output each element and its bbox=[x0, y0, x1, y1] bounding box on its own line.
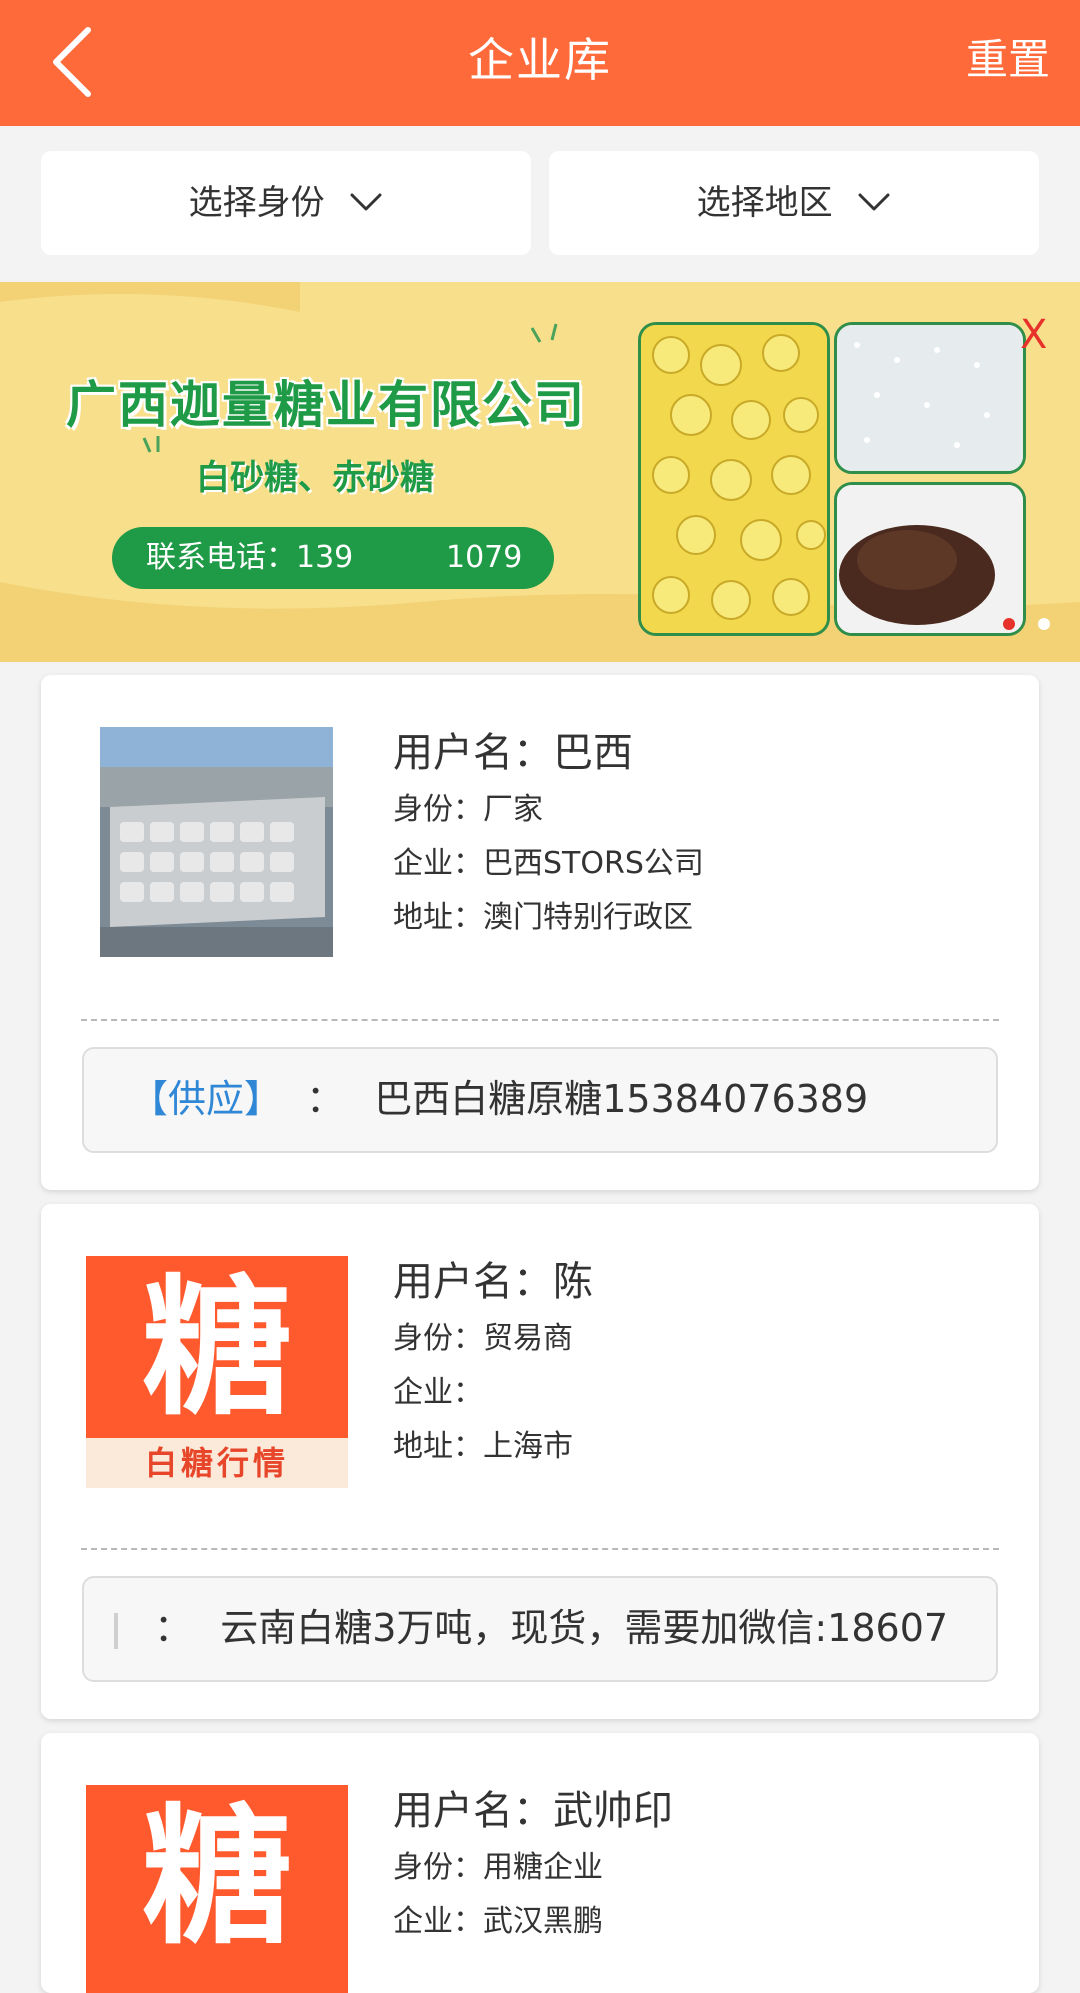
identity-row: 身份：厂家 bbox=[393, 792, 543, 827]
banner-photo-yellow-sugar bbox=[638, 322, 830, 636]
company-card[interactable]: 糖 用户名：武帅印 身份：用糖企业 企业：武汉黑鹏 bbox=[41, 1733, 1039, 1993]
banner-close-button[interactable]: X bbox=[1020, 312, 1047, 358]
region-filter-label: 选择地区 bbox=[696, 183, 833, 223]
company-card[interactable]: 用户名：巴西 身份：厂家 企业：巴西STORS公司 地址：澳门特别行政区 【供应… bbox=[41, 675, 1039, 1190]
company-value: 武汉黑鹏 bbox=[483, 1904, 603, 1939]
banner-products: 白砂糖、赤砂糖 bbox=[196, 458, 434, 498]
divider bbox=[81, 1548, 999, 1550]
company-info: 用户名：陈 身份：贸易商 企业： 地址：上海市 bbox=[393, 1252, 593, 1474]
company-info: 用户名：巴西 身份：厂家 企业：巴西STORS公司 地址：澳门特别行政区 bbox=[393, 723, 704, 945]
company-logo: 糖 白糖行情 bbox=[86, 1256, 348, 1488]
username-value: 巴西 bbox=[553, 730, 633, 776]
company-card[interactable]: 糖 白糖行情 用户名：陈 身份：贸易商 企业： 地址：上海市 ： 云南白糖3万吨… bbox=[41, 1204, 1039, 1719]
region-filter[interactable]: 选择地区 bbox=[549, 151, 1039, 255]
banner-company: 广西迦量糖业有限公司 bbox=[66, 376, 586, 434]
address-row: 地址：上海市 bbox=[393, 1429, 573, 1464]
ad-banner[interactable]: 广西迦量糖业有限公司 白砂糖、赤砂糖 联系电话：139 1079 X bbox=[0, 282, 1080, 662]
address-row: 地址：澳门特别行政区 bbox=[393, 900, 693, 935]
carousel-dot-active[interactable] bbox=[1003, 618, 1015, 630]
app-header: 企业库 重置 bbox=[0, 0, 1080, 126]
page-title: 企业库 bbox=[468, 33, 612, 87]
username-value: 武帅印 bbox=[553, 1788, 673, 1834]
supply-text: 云南白糖3万吨，现货，需要加微信:18607 bbox=[220, 1606, 949, 1650]
company-value: 巴西STORS公司 bbox=[483, 846, 704, 881]
supply-tag: 【供应】 bbox=[130, 1077, 283, 1121]
company-info: 用户名：武帅印 身份：用糖企业 企业：武汉黑鹏 bbox=[393, 1781, 673, 1949]
chevron-down-icon bbox=[858, 193, 890, 210]
supply-info[interactable]: 【供应】 ： 巴西白糖原糖15384076389 bbox=[82, 1047, 998, 1153]
identity-row: 身份：贸易商 bbox=[393, 1321, 573, 1356]
logo-text: 糖 bbox=[141, 1791, 292, 1965]
address-value: 澳门特别行政区 bbox=[483, 900, 693, 935]
divider bbox=[81, 1019, 999, 1021]
supply-text: 巴西白糖原糖15384076389 bbox=[374, 1077, 869, 1121]
username-row: 用户名：巴西 bbox=[393, 730, 633, 776]
company-row: 企业：武汉黑鹏 bbox=[393, 1904, 603, 1939]
banner-phone-label: 联系电话：139 bbox=[146, 540, 354, 575]
supply-tag-truncated bbox=[114, 1612, 118, 1649]
reset-button[interactable]: 重置 bbox=[966, 0, 1050, 126]
address-value: 上海市 bbox=[483, 1429, 573, 1464]
identity-filter[interactable]: 选择身份 bbox=[41, 151, 531, 255]
identity-value: 用糖企业 bbox=[483, 1850, 603, 1885]
banner-phone: 联系电话：139 1079 bbox=[112, 527, 554, 589]
identity-value: 贸易商 bbox=[483, 1321, 573, 1356]
supply-separator: ： bbox=[154, 1606, 193, 1650]
filter-bar: 选择身份 选择地区 bbox=[41, 151, 1039, 255]
username-value: 陈 bbox=[553, 1259, 593, 1305]
banner-phone-tail: 1079 bbox=[446, 540, 523, 575]
carousel-dot[interactable] bbox=[1038, 618, 1050, 630]
username-row: 用户名：武帅印 bbox=[393, 1788, 673, 1834]
supply-info[interactable]: ： 云南白糖3万吨，现货，需要加微信:18607 bbox=[82, 1576, 998, 1682]
company-photo bbox=[100, 727, 333, 957]
banner-photo-white-sugar bbox=[834, 322, 1026, 474]
banner-photo-brown-sugar bbox=[834, 482, 1026, 636]
identity-value: 厂家 bbox=[483, 792, 543, 827]
supply-separator: ： bbox=[306, 1077, 345, 1121]
company-row: 企业： bbox=[393, 1375, 483, 1410]
identity-filter-label: 选择身份 bbox=[188, 183, 325, 223]
company-logo: 糖 bbox=[86, 1785, 348, 1993]
logo-text: 糖 bbox=[141, 1262, 292, 1436]
identity-row: 身份：用糖企业 bbox=[393, 1850, 603, 1885]
username-row: 用户名：陈 bbox=[393, 1259, 593, 1305]
chevron-down-icon bbox=[350, 193, 382, 210]
company-row: 企业：巴西STORS公司 bbox=[393, 846, 704, 881]
logo-caption: 白糖行情 bbox=[144, 1444, 289, 1482]
